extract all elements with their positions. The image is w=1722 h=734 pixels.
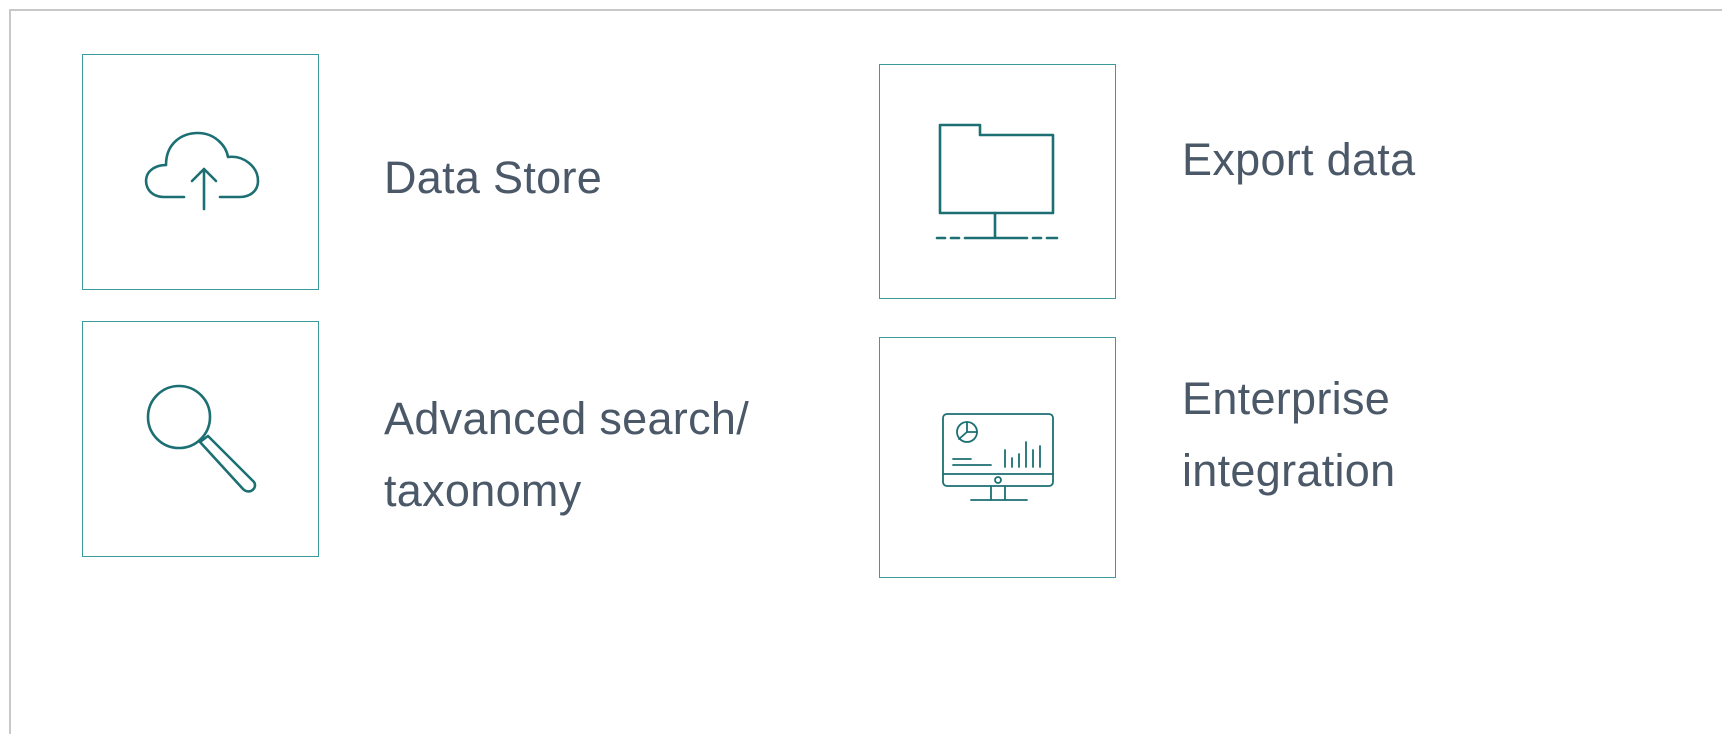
data-store-label: Data Store bbox=[384, 152, 603, 203]
advanced-search-label: Advanced search/ taxonomy bbox=[384, 393, 750, 516]
data-store-tile bbox=[82, 54, 319, 290]
enterprise-integration-tile bbox=[879, 337, 1116, 578]
export-data-label: Export data bbox=[1182, 134, 1416, 185]
enterprise-integration-label: Enterprise integration bbox=[1182, 373, 1396, 496]
export-data-tile bbox=[879, 64, 1116, 299]
advanced-search-tile bbox=[82, 321, 319, 557]
magnifier-icon bbox=[144, 382, 258, 496]
dashboard-monitor-icon bbox=[941, 412, 1055, 504]
network-folder-icon bbox=[935, 120, 1061, 244]
cloud-upload-icon bbox=[136, 127, 266, 217]
